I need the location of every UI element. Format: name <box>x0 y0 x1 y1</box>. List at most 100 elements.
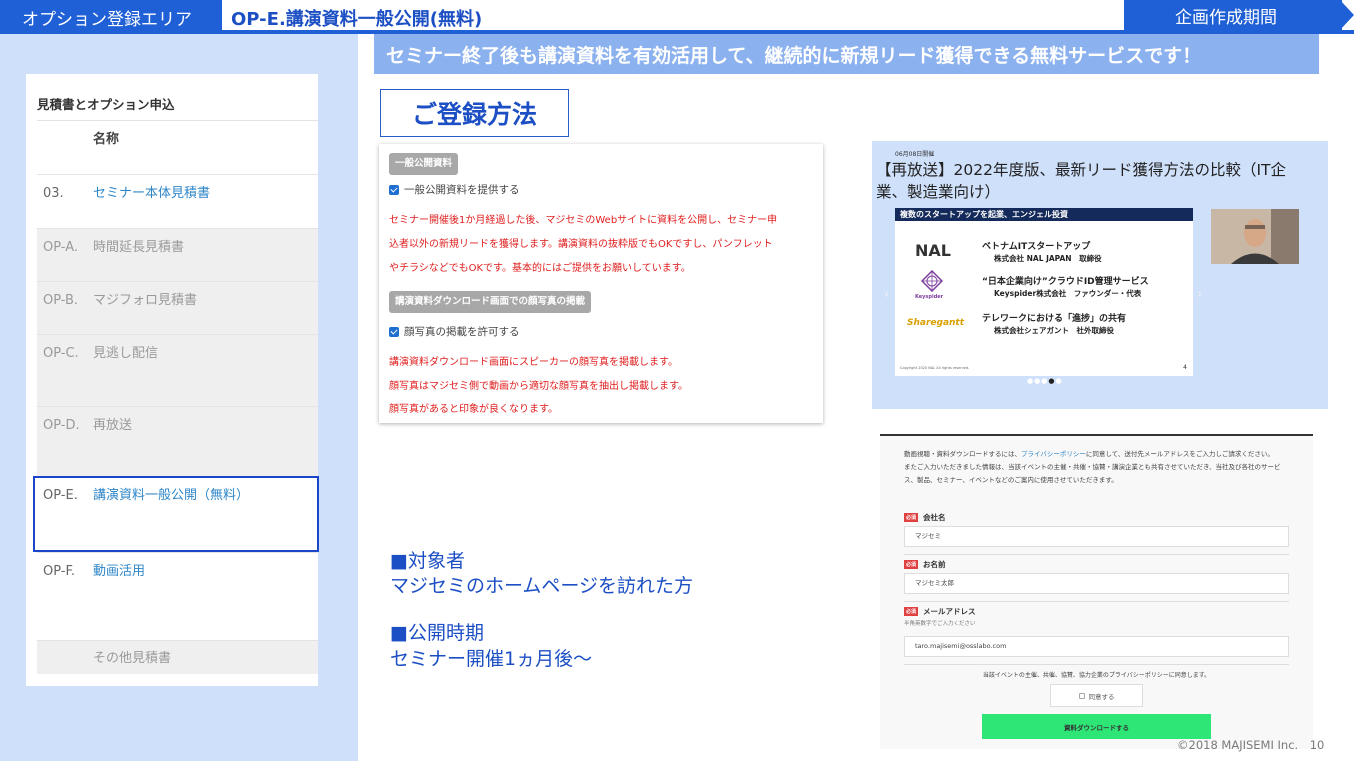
row-name: 時間延長見積書 <box>93 240 185 255</box>
sharegantt-logo-icon: Sharegantt <box>907 318 965 328</box>
keyspider-logo-text: Keyspider <box>915 294 944 300</box>
row-name: 見逃し配信 <box>93 346 159 361</box>
table-row[interactable]: 03. セミナー本体見積書 <box>37 174 318 228</box>
selected-row-highlight <box>33 476 319 552</box>
intro-second: またご入力いただきました情報は、当該イベントの主催・共催・協賛・講演企業とも共有… <box>904 463 1281 484</box>
company-label: 必須 会社名 <box>904 512 946 523</box>
intro-suffix: に同意して、送付先メールアドレスをご入力しご請求ください。 <box>1085 450 1274 458</box>
required-badge: 必須 <box>904 513 919 522</box>
checkbox-icon[interactable] <box>1078 692 1085 699</box>
checkbox-label: 一般公開資料を提供する <box>404 184 520 196</box>
slide-item-title: ベトナムITスタートアップ <box>982 242 1091 252</box>
row-code: OP-B. <box>43 293 79 308</box>
carousel-prev-icon[interactable]: ‹ <box>884 287 889 302</box>
divider <box>904 601 1289 602</box>
row-link[interactable]: 動画活用 <box>93 562 145 581</box>
keyspider-logo-icon <box>920 269 944 293</box>
period-heading: ■公開時期 <box>390 622 484 644</box>
checkbox-checked-icon[interactable] <box>389 184 399 195</box>
row-link[interactable]: セミナー本体見積書 <box>93 184 210 203</box>
carousel-next-icon[interactable]: › <box>1197 287 1202 302</box>
column-name-header: 名称 <box>93 132 120 147</box>
row-code: OP-A. <box>43 240 78 255</box>
row-code: OP-C. <box>43 346 79 361</box>
checkbox-provide-public[interactable]: 一般公開資料を提供する <box>389 182 520 197</box>
name-label: 必須 お名前 <box>904 559 946 570</box>
slide-page-number: 4 <box>1183 364 1187 371</box>
section-badge-public: 一般公開資料 <box>389 153 459 175</box>
nal-logo-icon: NAL <box>915 241 951 260</box>
agree-checkbox[interactable]: 同意する <box>1050 684 1143 707</box>
intro-prefix: 動画視聴・資料ダウンロードするには、 <box>904 450 1021 458</box>
header-area-label: オプション登録エリア <box>0 0 222 34</box>
table-row: OP-B. マジフォロ見積書 <box>37 281 318 334</box>
required-badge: 必須 <box>904 607 919 616</box>
video-date: 06月08日開催 <box>895 151 935 158</box>
row-code: 03. <box>43 186 64 201</box>
tagline-banner: セミナー終了後も講演資料を有効活用して、継続的に新規リード獲得できる無料サービス… <box>374 34 1319 74</box>
divider <box>904 554 1289 555</box>
description-line: 込者以外の新規リードを獲得します。講演資料の抜粋版でもOKですし、パンフレット <box>389 239 773 250</box>
table-row: OP-C. 見逃し配信 <box>37 334 318 406</box>
table-row: OP-A. 時間延長見積書 <box>37 228 318 281</box>
slide-item: テレワークにおける「進捗」の共有 株式会社シェアガント 社外取締役 <box>982 314 1126 336</box>
footer-copyright: ©2018 MAJISEMI Inc. 10 <box>1177 738 1325 752</box>
target-text: マジセミのホームページを訪れた方 <box>390 575 694 597</box>
estimate-heading: 見積書とオプション申込 <box>37 97 175 112</box>
slide-copyright: Copyright 2020 NAL All rights reserved. <box>900 366 970 370</box>
privacy-policy-link[interactable]: プライバシーポリシー <box>1021 450 1086 458</box>
company-input[interactable]: マジセミ <box>904 526 1289 547</box>
slide-item-title: “日本企業向け”クラウドID管理サービス <box>982 277 1149 287</box>
required-badge: 必須 <box>904 560 919 569</box>
table-row: OP-D. 再放送 <box>37 406 318 476</box>
email-label-text: メールアドレス <box>923 607 976 616</box>
name-label-text: お名前 <box>923 560 946 569</box>
slide-item-sub: Keyspider株式会社 ファウンダー・代表 <box>994 289 1142 298</box>
table-header-row: 名称 <box>37 120 318 174</box>
slide-item-sub: 株式会社シェアガント 社外取締役 <box>994 326 1114 335</box>
estimate-table: 見積書とオプション申込 名称 03. セミナー本体見積書 OP-A. 時間延長見… <box>26 74 318 686</box>
name-input[interactable]: マジセミ太郎 <box>904 573 1289 594</box>
section-badge-photo: 講演資料ダウンロード画面での顔写真の掲載 <box>389 291 592 313</box>
email-label: 必須 メールアドレス <box>904 606 976 617</box>
page-title: OP-E.講演資料一般公開(無料) <box>231 9 483 30</box>
download-form: 動画視聴・資料ダウンロードするには、プライバシーポリシーに同意して、送付先メール… <box>880 434 1313 749</box>
slide-item: ベトナムITスタートアップ 株式会社 NAL JAPAN 取締役 <box>982 242 1102 264</box>
company-label-text: 会社名 <box>923 513 946 522</box>
description-line: セミナー開催後1か月経過した後、マジセミのWebサイトに資料を公開し、セミナー申 <box>389 215 778 226</box>
table-row[interactable]: OP-F. 動画活用 <box>37 552 318 640</box>
table-row: その他見積書 <box>37 640 318 674</box>
row-code: OP-F. <box>43 564 75 579</box>
email-input[interactable]: taro.majisemi@osslabo.com <box>904 636 1289 657</box>
row-name: マジフォロ見積書 <box>93 293 198 308</box>
slide-item: “日本企業向け”クラウドID管理サービス Keyspider株式会社 ファウンダ… <box>982 277 1149 299</box>
header-period-label: 企画作成期間 <box>1124 0 1342 30</box>
video-preview: 06月08日開催 【再放送】2022年度版、最新リード獲得方法の比較（IT企業、… <box>872 141 1328 409</box>
description-line: 顔写真があると印象が良くなります。 <box>389 404 558 415</box>
speaker-camera-thumbnail <box>1211 209 1299 264</box>
slide-item-title: テレワークにおける「進捗」の共有 <box>982 314 1127 324</box>
divider <box>904 664 1289 665</box>
checkbox-checked-icon[interactable] <box>389 326 399 337</box>
description-line: 顔写真はマジセミ側で動画から適切な顔写真を抽出し掲載します。 <box>389 381 688 392</box>
video-title: 【再放送】2022年度版、最新リード獲得方法の比較（IT企業、製造業向け） <box>876 161 1286 201</box>
email-note: 半角英数字でご入力ください <box>904 621 976 627</box>
row-name: 再放送 <box>93 418 133 433</box>
video-slide: 複数のスタートアップを起業、エンジェル投資 NAL ベトナムITスタートアップ … <box>895 208 1193 376</box>
agree-text: 当該イベントの主催、共催、協賛、協力企業のプライバシーポリシーに同意します。 <box>982 672 1211 679</box>
period-text: セミナー開催1ヵ月後～ <box>390 648 593 670</box>
row-name: その他見積書 <box>93 651 172 666</box>
description-line: 講演資料ダウンロード画面にスピーカーの顔写真を掲載します。 <box>389 357 678 368</box>
target-heading: ■対象者 <box>390 550 465 572</box>
method-title: ご登録方法 <box>380 89 569 137</box>
download-intro: 動画視聴・資料ダウンロードするには、プライバシーポリシーに同意して、送付先メール… <box>904 448 1289 487</box>
slide-item-sub: 株式会社 NAL JAPAN 取締役 <box>994 254 1102 263</box>
download-button[interactable]: 資料ダウンロードする <box>982 714 1211 739</box>
checkbox-label: 顔写真の掲載を許可する <box>404 326 520 338</box>
registration-form-card: 一般公開資料 一般公開資料を提供する セミナー開催後1か月経過した後、マジセミの… <box>379 144 823 423</box>
description-line: やチラシなどでもOKです。基本的にはご提供をお願いしています。 <box>389 263 691 274</box>
header-arrow-icon <box>1340 0 1354 30</box>
checkbox-allow-photo[interactable]: 顔写真の掲載を許可する <box>389 324 520 339</box>
carousel-dots[interactable]: ●●●●● <box>1027 377 1063 385</box>
slide: オプション登録エリア OP-E.講演資料一般公開(無料) 企画作成期間 セミナー… <box>0 0 1354 761</box>
